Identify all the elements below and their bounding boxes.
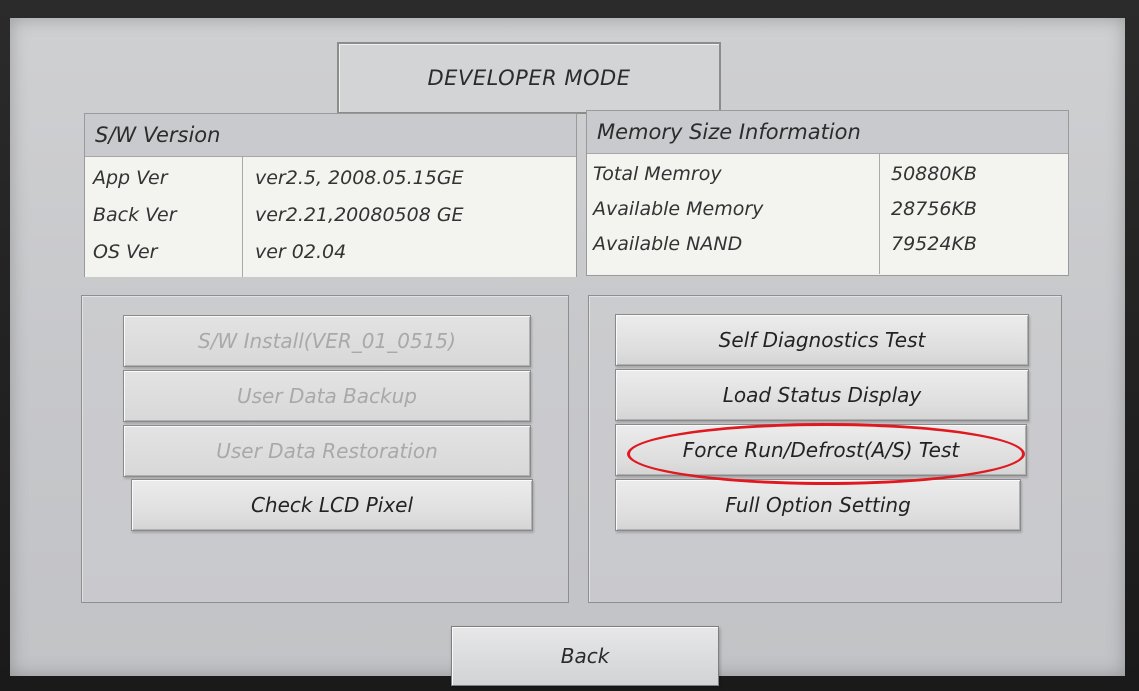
load-status-display-button[interactable]: Load Status Display <box>615 369 1029 421</box>
total-memory-label: Total Memroy <box>593 163 722 185</box>
table-row: Total Memroy 50880KB <box>587 156 1068 192</box>
table-row: Available Memory 28756KB <box>587 191 1068 227</box>
memory-info-heading: Memory Size Information <box>587 111 1068 154</box>
force-run-defrost-test-button[interactable]: Force Run/Defrost(A/S) Test <box>615 424 1027 476</box>
check-lcd-pixel-button[interactable]: Check LCD Pixel <box>131 479 533 531</box>
user-data-restoration-button[interactable]: User Data Restoration <box>123 425 531 477</box>
available-memory-label: Available Memory <box>593 198 764 220</box>
app-ver-value: ver2.5, 2008.05.15GE <box>255 167 464 189</box>
memory-info-panel: Memory Size Information Total Memroy 508… <box>586 110 1069 276</box>
table-row: Available NAND 79524KB <box>587 226 1068 262</box>
user-data-backup-button[interactable]: User Data Backup <box>123 370 531 422</box>
table-row: OS Ver ver 02.04 <box>85 234 576 270</box>
full-option-setting-button[interactable]: Full Option Setting <box>615 479 1021 531</box>
back-ver-value: ver2.21,20080508 GE <box>255 204 464 226</box>
sw-install-button[interactable]: S/W Install(VER_01_0515) <box>123 315 531 367</box>
available-memory-value: 28756KB <box>891 198 977 220</box>
app-ver-label: App Ver <box>93 167 168 189</box>
sw-version-table: App Ver ver2.5, 2008.05.15GE Back Ver ve… <box>85 157 576 277</box>
sw-version-heading: S/W Version <box>85 114 576 157</box>
memory-info-table: Total Memroy 50880KB Available Memory 28… <box>587 154 1068 274</box>
table-row: Back Ver ver2.21,20080508 GE <box>85 197 576 233</box>
total-memory-value: 50880KB <box>891 163 977 185</box>
back-ver-label: Back Ver <box>93 204 177 226</box>
table-row: App Ver ver2.5, 2008.05.15GE <box>85 160 576 196</box>
os-ver-value: ver 02.04 <box>255 241 347 263</box>
self-diagnostics-test-button[interactable]: Self Diagnostics Test <box>615 314 1029 366</box>
back-button[interactable]: Back <box>451 626 719 686</box>
sw-version-panel: S/W Version App Ver ver2.5, 2008.05.15GE… <box>84 113 577 277</box>
os-ver-label: OS Ver <box>93 241 158 263</box>
available-nand-label: Available NAND <box>593 233 743 255</box>
available-nand-value: 79524KB <box>891 233 977 255</box>
developer-mode-screen: DEVELOPER MODE S/W Version App Ver ver2.… <box>10 18 1125 686</box>
page-title: DEVELOPER MODE <box>337 42 721 114</box>
